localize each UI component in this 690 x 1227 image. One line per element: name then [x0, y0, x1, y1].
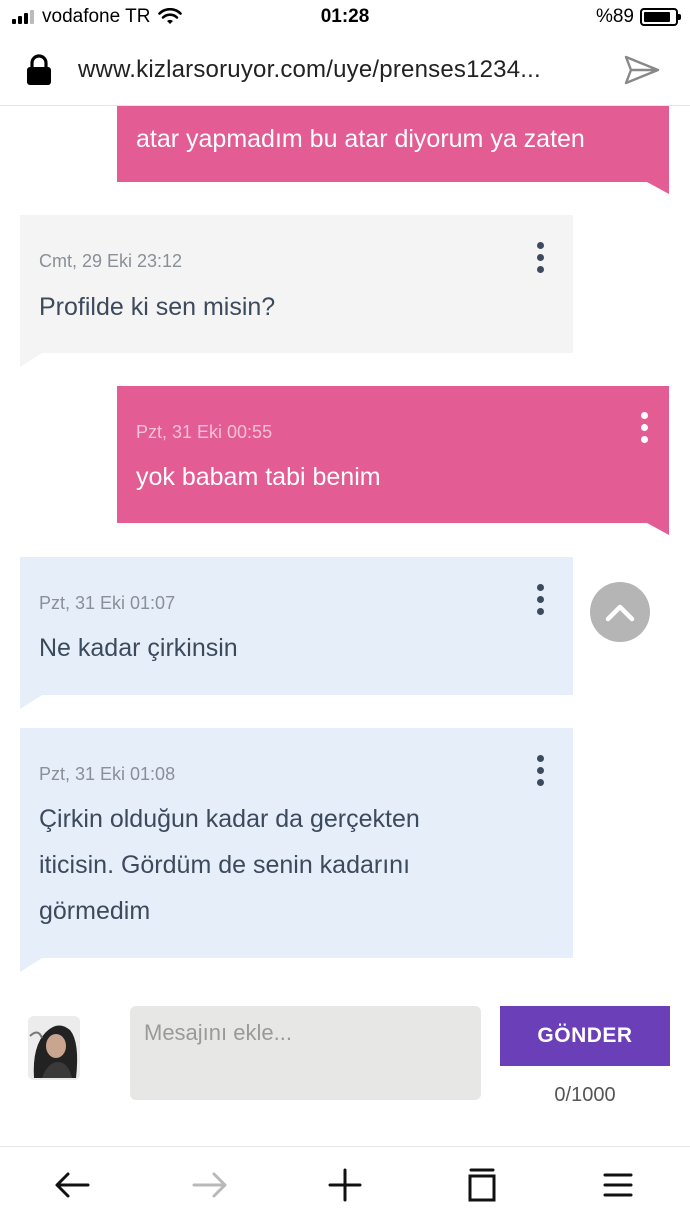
clock: 01:28: [320, 6, 370, 27]
message-time: Pzt, 31 Eki 01:08: [39, 764, 176, 784]
message-time: Pzt, 31 Eki 01:07: [39, 593, 176, 613]
message-received: Pzt, 31 Eki 01:08 Çirkin olduğun kadar d…: [20, 728, 573, 972]
share-send-icon[interactable]: [624, 54, 660, 86]
back-button[interactable]: [52, 1165, 92, 1205]
address-bar[interactable]: www.kizlarsoruyor.com/uye/prenses1234...: [0, 36, 690, 106]
hamburger-menu-icon: [603, 1173, 633, 1197]
message-text: Profilde ki sen misin?: [39, 293, 276, 321]
arrow-right-icon: [192, 1172, 227, 1198]
message-menu-icon[interactable]: [525, 579, 555, 619]
browser-toolbar: [0, 1146, 690, 1227]
plus-icon: [328, 1168, 362, 1202]
message-sent: atar yapmadım bu atar diyorum ya zaten: [117, 106, 669, 194]
message-menu-icon[interactable]: [525, 750, 555, 790]
message-received: Cmt, 29 Eki 23:12 Profilde ki sen misin?: [20, 215, 573, 367]
message-line: iticisin. Gördüm de senin kadarını: [39, 851, 411, 879]
message-text: Ne kadar çirkinsin: [39, 634, 238, 662]
message-menu-icon[interactable]: [629, 407, 659, 447]
status-bar: vodafone TR 01:28 %89: [0, 0, 690, 36]
message-input[interactable]: [130, 1006, 481, 1100]
new-tab-button[interactable]: [325, 1165, 365, 1205]
chevron-up-icon: [605, 604, 635, 622]
bubble-tail: [20, 958, 42, 972]
tabs-button[interactable]: [462, 1165, 502, 1205]
battery-info: %89: [595, 6, 681, 28]
battery-icon: [640, 8, 681, 26]
url-text[interactable]: www.kizlarsoruyor.com/uye/prenses1234...: [78, 56, 541, 84]
message-received: Pzt, 31 Eki 01:07 Ne kadar çirkinsin: [20, 557, 573, 709]
message-sent: Pzt, 31 Eki 00:55 yok babam tabi benim: [117, 386, 669, 535]
message-line: Çirkin olduğun kadar da gerçekten: [39, 805, 420, 833]
bubble-tail: [20, 353, 42, 367]
chat-thread[interactable]: atar yapmadım bu atar diyorum ya zaten C…: [0, 106, 690, 986]
bubble-tail: [20, 695, 42, 709]
arrow-left-icon: [55, 1172, 90, 1198]
bubble-tail: [647, 182, 669, 194]
tabs-icon: [468, 1168, 496, 1202]
send-button[interactable]: GÖNDER: [500, 1006, 670, 1066]
avatar: [28, 1016, 80, 1080]
lock-icon: [27, 54, 51, 85]
menu-button[interactable]: [598, 1165, 638, 1205]
bubble-tail: [647, 523, 669, 535]
message-menu-icon[interactable]: [525, 237, 555, 277]
character-counter: 0/1000: [554, 1084, 616, 1106]
message-time: Pzt, 31 Eki 00:55: [136, 422, 273, 442]
message-text: atar yapmadım bu atar diyorum ya zaten: [136, 125, 585, 153]
message-text: yok babam tabi benim: [136, 463, 381, 491]
message-time: Cmt, 29 Eki 23:12: [39, 251, 183, 271]
forward-button[interactable]: [190, 1165, 230, 1205]
message-text: Çirkin olduğun kadar da gerçekten iticis…: [39, 796, 420, 934]
message-line: görmedim: [39, 897, 151, 925]
battery-percent: %89: [595, 6, 634, 27]
scroll-to-top-button[interactable]: [590, 582, 650, 642]
user-photo: [28, 1016, 80, 1080]
